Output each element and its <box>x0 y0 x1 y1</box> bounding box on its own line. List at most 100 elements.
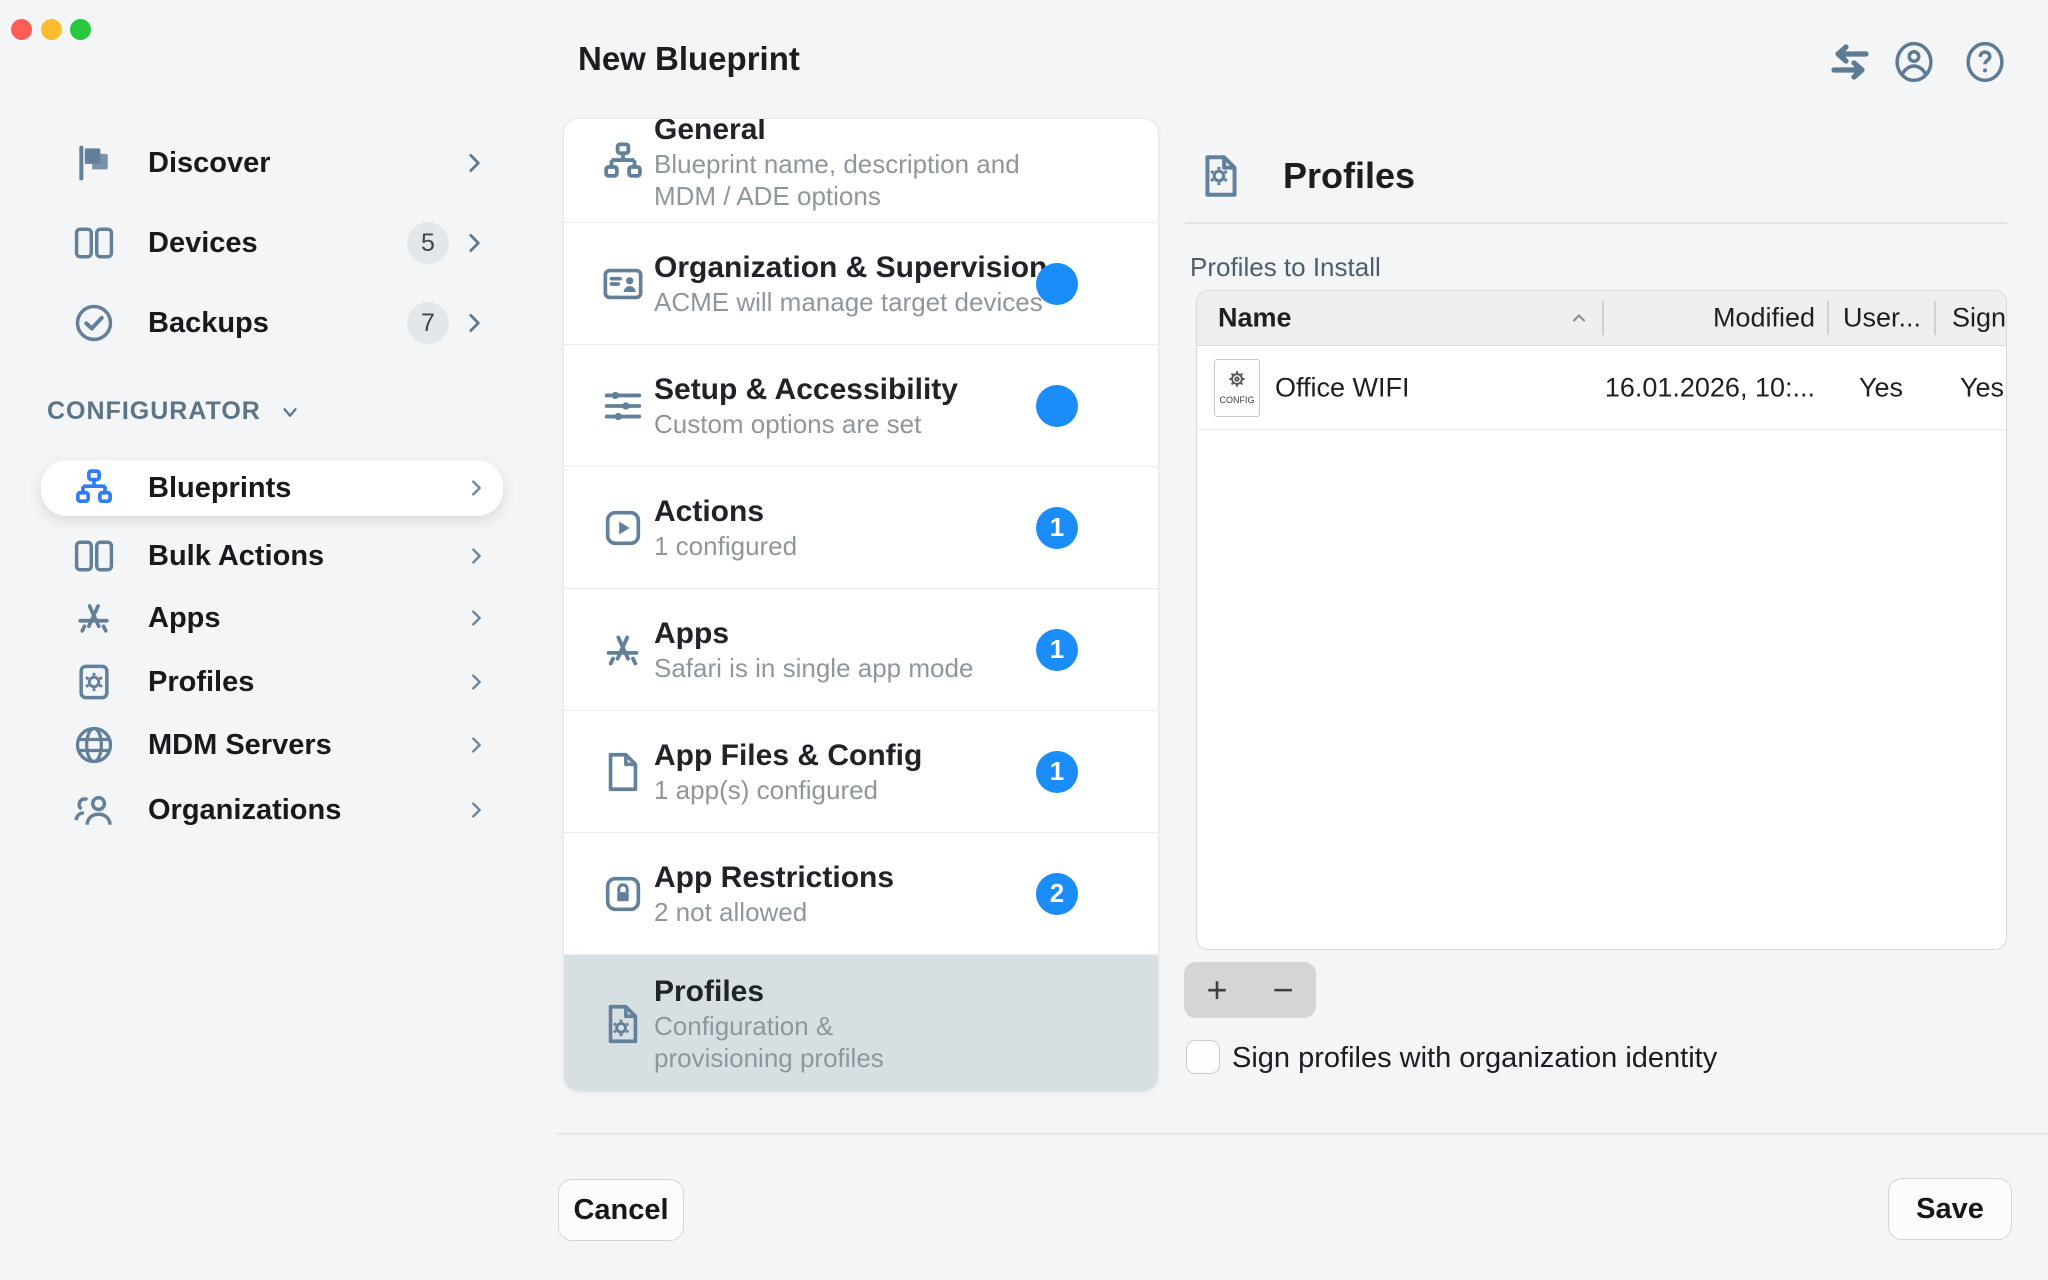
phone-gear-icon <box>72 660 116 704</box>
app-window: New Blueprint Discover Devices 5 Backups <box>0 0 2048 1280</box>
sidebar-item-label: Organizations <box>148 794 341 827</box>
lock-square-icon <box>600 871 646 917</box>
sign-profiles-label: Sign profiles with organization identity <box>1232 1042 1717 1075</box>
chevron-right-icon <box>465 734 487 756</box>
column-divider[interactable] <box>1602 301 1604 335</box>
cancel-button[interactable]: Cancel <box>558 1179 684 1241</box>
id-card-icon <box>600 261 646 307</box>
section-title: General <box>654 118 1020 148</box>
minimize-window-button[interactable] <box>41 19 62 40</box>
config-caption: CONFIG <box>1220 395 1255 405</box>
section-subtitle: MDM / ADE options <box>654 180 1020 212</box>
sidebar-item-organizations[interactable]: Organizations <box>41 778 503 842</box>
chevron-down-icon <box>279 401 301 423</box>
sort-ascending-icon[interactable] <box>1567 306 1591 330</box>
section-title: Profiles <box>654 974 884 1010</box>
devices-icon <box>72 534 116 578</box>
people-icon <box>72 788 116 832</box>
sidebar-item-profiles[interactable]: Profiles <box>41 650 503 714</box>
column-header-signed[interactable]: Signe <box>1952 303 2007 334</box>
sidebar-item-label: Profiles <box>148 666 254 699</box>
sidebar-item-label: Backups <box>148 307 269 340</box>
doc-gear-icon <box>600 1001 646 1047</box>
column-header-name[interactable]: Name <box>1218 303 1292 334</box>
app-store-icon <box>600 627 646 673</box>
close-window-button[interactable] <box>11 19 32 40</box>
sidebar-item-apps[interactable]: Apps <box>41 586 503 650</box>
chevron-right-icon <box>465 799 487 821</box>
section-row-organization-supervision[interactable]: Organization & Supervision ACME will man… <box>564 223 1158 345</box>
section-subtitle: Blueprint name, description and <box>654 148 1020 180</box>
section-row-profiles[interactable]: Profiles Configuration & provisioning pr… <box>564 955 1158 1092</box>
column-divider[interactable] <box>1827 301 1829 335</box>
section-row-setup-accessibility[interactable]: Setup & Accessibility Custom options are… <box>564 345 1158 467</box>
chevron-right-icon <box>461 310 487 336</box>
column-divider[interactable] <box>1934 301 1936 335</box>
profile-name: Office WIFI <box>1275 372 1410 403</box>
profile-signed: Yes <box>1960 372 2004 403</box>
divider <box>1185 222 2007 224</box>
profile-modified: 16.01.2026, 10:... <box>1605 372 1815 403</box>
chevron-right-icon <box>465 477 487 499</box>
sliders-icon <box>600 383 646 429</box>
remove-profile-button[interactable]: − <box>1250 962 1316 1018</box>
section-row-app-files-config[interactable]: App Files & Config 1 app(s) configured 1 <box>564 711 1158 833</box>
help-icon[interactable] <box>1963 40 2007 84</box>
column-header-modified[interactable]: Modified <box>1713 303 1815 334</box>
globe-icon <box>72 723 116 767</box>
backups-count-badge: 7 <box>407 302 449 344</box>
profile-user-installable: Yes <box>1859 372 1903 403</box>
add-profile-button[interactable]: + <box>1184 962 1250 1018</box>
status-badge <box>1036 385 1078 427</box>
backup-check-icon <box>72 301 116 345</box>
section-subtitle: Safari is in single app mode <box>654 652 973 684</box>
sidebar-item-backups[interactable]: Backups 7 <box>41 291 503 355</box>
sidebar-item-bulk-actions[interactable]: Bulk Actions <box>41 524 503 588</box>
transfer-arrows-icon[interactable] <box>1826 44 1874 80</box>
play-square-icon <box>600 505 646 551</box>
sidebar-item-devices[interactable]: Devices 5 <box>41 211 503 275</box>
table-row[interactable]: CONFIG Office WIFI 16.01.2026, 10:... Ye… <box>1197 346 2006 430</box>
save-button[interactable]: Save <box>1888 1178 2012 1240</box>
section-title: Setup & Accessibility <box>654 372 958 408</box>
document-icon <box>600 749 646 795</box>
sidebar-item-label: Devices <box>148 227 258 260</box>
org-chart-icon <box>72 466 116 510</box>
section-label: CONFIGURATOR <box>47 397 261 426</box>
sidebar-item-mdm-servers[interactable]: MDM Servers <box>41 713 503 777</box>
section-subtitle: 2 not allowed <box>654 896 894 928</box>
sidebar-item-label: MDM Servers <box>148 729 332 762</box>
sidebar-item-blueprints[interactable]: Blueprints <box>41 460 503 516</box>
page-title: New Blueprint <box>578 40 800 78</box>
count-badge: 2 <box>1036 873 1078 915</box>
devices-icon <box>72 221 116 265</box>
zoom-window-button[interactable] <box>70 19 91 40</box>
section-row-apps[interactable]: Apps Safari is in single app mode 1 <box>564 589 1158 711</box>
chevron-right-icon <box>465 545 487 567</box>
account-icon[interactable] <box>1892 40 1936 84</box>
section-title: Actions <box>654 494 797 530</box>
app-store-icon <box>72 596 116 640</box>
chevron-right-icon <box>461 150 487 176</box>
section-subtitle: Configuration & <box>654 1010 884 1042</box>
sidebar-section-configurator[interactable]: CONFIGURATOR <box>47 397 301 426</box>
detail-panel-title: Profiles <box>1283 155 1415 197</box>
flag-icon <box>72 141 116 185</box>
chevron-right-icon <box>465 607 487 629</box>
section-subtitle: 1 app(s) configured <box>654 774 922 806</box>
profiles-to-install-label: Profiles to Install <box>1190 252 1381 283</box>
section-title: Apps <box>654 616 973 652</box>
section-row-actions[interactable]: Actions 1 configured 1 <box>564 467 1158 589</box>
section-row-general[interactable]: General Blueprint name, description and … <box>564 118 1158 223</box>
column-header-user[interactable]: User... <box>1843 303 1921 334</box>
divider <box>557 1133 2048 1135</box>
section-row-app-restrictions[interactable]: App Restrictions 2 not allowed 2 <box>564 833 1158 955</box>
sidebar-item-discover[interactable]: Discover <box>41 131 503 195</box>
section-subtitle: ACME will manage target devices <box>654 286 1047 318</box>
sign-profiles-checkbox[interactable] <box>1186 1040 1220 1074</box>
chevron-right-icon <box>465 671 487 693</box>
status-badge <box>1036 263 1078 305</box>
org-chart-icon <box>600 139 646 185</box>
section-title: Organization & Supervision <box>654 250 1047 286</box>
devices-count-badge: 5 <box>407 222 449 264</box>
